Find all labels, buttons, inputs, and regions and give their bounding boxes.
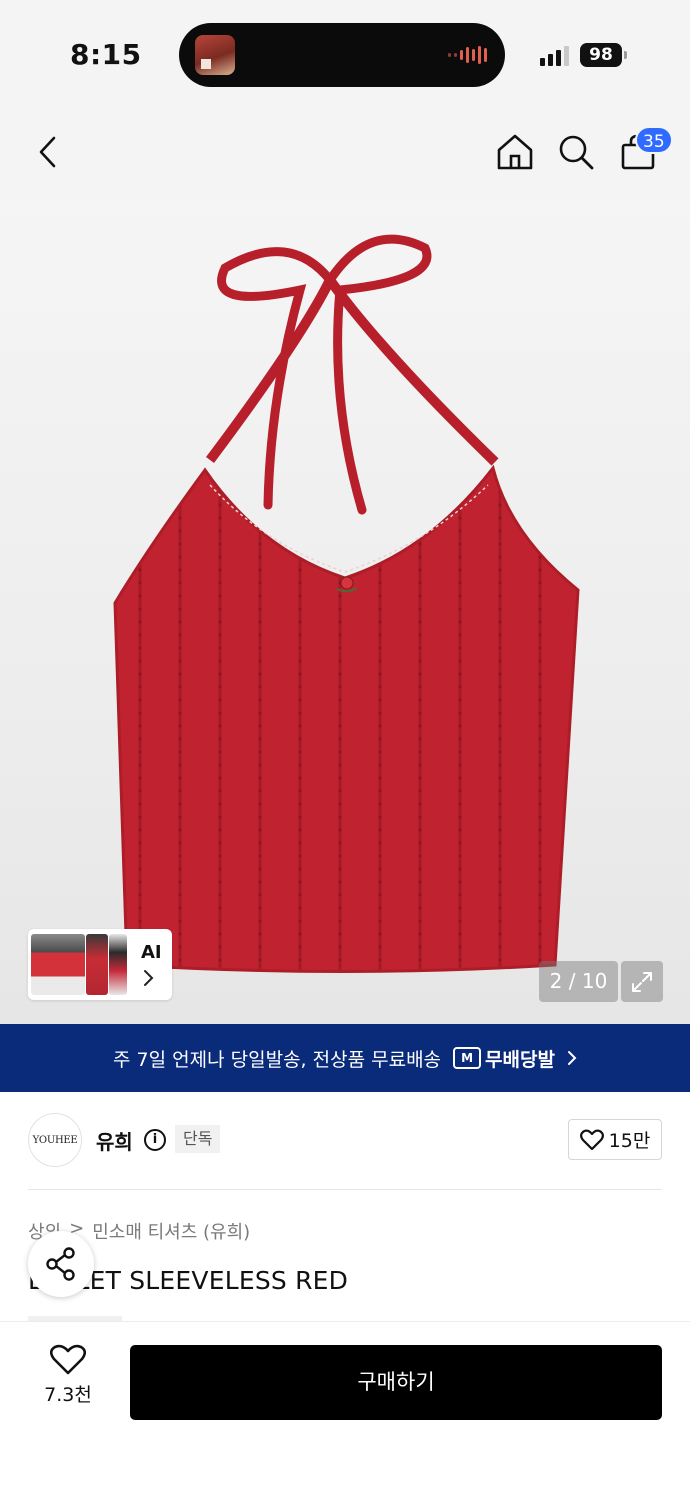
banner-logo: M 무배당발 <box>453 1045 555 1072</box>
battery-indicator: 98 <box>580 43 622 67</box>
dynamic-island[interactable] <box>179 23 505 87</box>
image-page-counter: 2 / 10 <box>539 961 618 1002</box>
brand-like-count: 15만 <box>608 1130 651 1152</box>
heart-icon <box>579 1129 604 1150</box>
cellular-signal-icon <box>540 44 569 66</box>
bottom-action-bar: 7.3천 구매하기 <box>0 1322 690 1500</box>
audio-waveform-icon <box>448 45 487 65</box>
delivery-truck-icon: M <box>453 1047 482 1069</box>
search-icon <box>559 135 594 170</box>
ai-styling-card[interactable]: AI <box>28 929 172 1000</box>
info-icon[interactable]: i <box>144 1129 166 1151</box>
product-photo <box>113 234 580 973</box>
chevron-right-icon <box>567 1051 577 1065</box>
chevron-right-icon <box>144 970 154 986</box>
banner-logo-text: 무배당발 <box>485 1048 555 1071</box>
share-button[interactable] <box>28 1231 94 1297</box>
brand-logo[interactable]: YOUHEE <box>28 1113 82 1167</box>
expand-image-button[interactable] <box>621 961 663 1002</box>
heart-icon <box>50 1344 86 1375</box>
brand-like-button[interactable]: 15만 <box>568 1119 662 1160</box>
ai-thumbnail <box>31 934 85 995</box>
battery-tip <box>624 51 627 59</box>
top-nav: 35 <box>0 110 690 200</box>
banner-text: 주 7일 언제나 당일발송, 전상품 무료배송 <box>113 1048 442 1071</box>
search-button[interactable] <box>552 128 600 176</box>
ai-label: AI <box>141 942 162 963</box>
cart-count-badge: 35 <box>635 126 673 154</box>
exclusive-badge: 단독 <box>175 1125 221 1153</box>
status-time: 8:15 <box>70 38 142 71</box>
shipping-promo-banner[interactable]: 주 7일 언제나 당일발송, 전상품 무료배송 M 무배당발 <box>0 1024 690 1092</box>
ai-thumbnail <box>109 934 127 995</box>
product-like-count: 7.3천 <box>44 1384 92 1406</box>
expand-icon <box>632 971 652 992</box>
back-icon <box>39 136 56 168</box>
home-button[interactable] <box>491 128 539 176</box>
ai-thumbnail <box>86 934 108 995</box>
share-icon <box>46 1247 75 1281</box>
breadcrumb-item[interactable]: 민소매 티셔츠 (유희) <box>92 1218 250 1244</box>
brand-name[interactable]: 유희 <box>96 1126 133 1155</box>
buy-button[interactable]: 구매하기 <box>130 1345 662 1420</box>
back-button[interactable] <box>24 128 72 176</box>
product-image-gallery[interactable]: AI 2 / 10 <box>0 200 690 1024</box>
divider <box>28 1189 662 1190</box>
product-like-button[interactable]: 7.3천 <box>30 1344 106 1420</box>
home-icon <box>497 134 533 170</box>
status-bar: 8:15 98 <box>0 0 690 110</box>
brand-row: YOUHEE 유희 i 단독 15만 <box>0 1092 690 1190</box>
now-playing-thumbnail <box>195 35 235 75</box>
